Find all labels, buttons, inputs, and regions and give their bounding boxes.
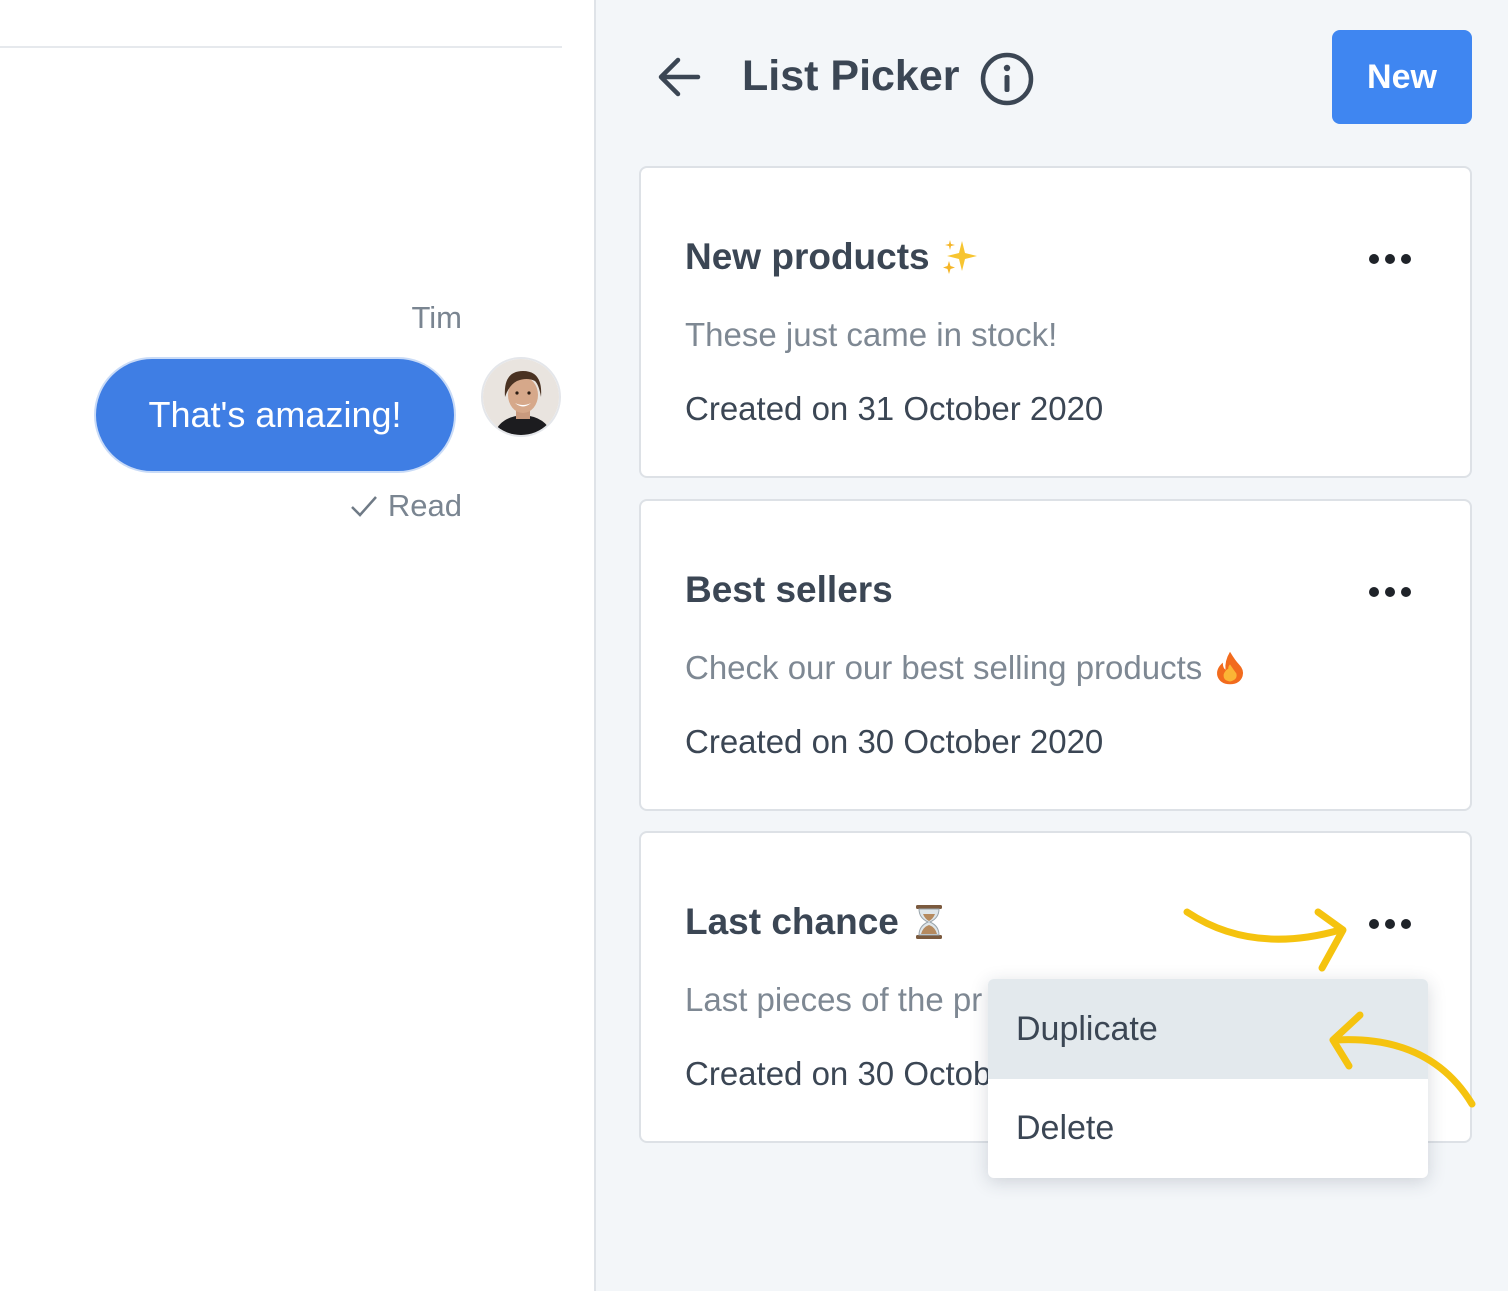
- arrow-left-icon: [658, 57, 701, 97]
- list-card-created: Created on 30 October 2020: [685, 723, 1104, 760]
- message-bubble[interactable]: That's amazing!: [94, 357, 456, 473]
- back-button[interactable]: [654, 52, 704, 102]
- more-dot: [1385, 254, 1395, 264]
- list-card-title-text: New products: [685, 236, 930, 277]
- list-card-title: Best sellers: [685, 569, 893, 611]
- list-card-created: Created on 31 October 2020: [685, 390, 1104, 427]
- more-dot: [1401, 919, 1411, 929]
- more-dot: [1401, 587, 1411, 597]
- checkmark-icon: [351, 496, 377, 517]
- list-card-title-text: Best sellers: [685, 569, 893, 610]
- more-dot: [1385, 587, 1395, 597]
- sender-name: Tim: [411, 300, 463, 335]
- more-options-button[interactable]: [1365, 244, 1415, 274]
- sparkles-icon: [942, 240, 977, 274]
- list-card-description-text: Check our our best selling products: [685, 649, 1203, 686]
- more-dot: [1369, 587, 1379, 597]
- more-dot: [1369, 254, 1379, 264]
- more-options-button[interactable]: [1365, 577, 1415, 607]
- list-card-title: New products: [685, 236, 980, 278]
- list-card-title-text: Last chance: [685, 901, 899, 942]
- list-card-description: Check our our best selling products: [685, 649, 1248, 687]
- avatar-image: [483, 359, 559, 435]
- chat-divider: [0, 46, 562, 48]
- info-icon[interactable]: [980, 52, 1034, 106]
- more-dot: [1401, 254, 1411, 264]
- options-menu: Duplicate Delete: [988, 979, 1428, 1178]
- read-status-label: Read: [387, 488, 462, 523]
- new-list-button[interactable]: New: [1332, 30, 1472, 124]
- list-card-description: These just came in stock!: [685, 316, 1058, 353]
- avatar[interactable]: [481, 357, 561, 437]
- fire-icon: [1217, 651, 1244, 685]
- more-dot: [1369, 919, 1379, 929]
- more-options-button[interactable]: [1365, 909, 1415, 939]
- list-picker-panel: List Picker New New products These just …: [594, 0, 1508, 1291]
- hourglass-icon: [915, 905, 942, 939]
- read-status: Read: [350, 488, 462, 524]
- menu-item-duplicate[interactable]: Duplicate: [988, 979, 1428, 1079]
- chat-pane: Tim That's amazing! Read: [0, 0, 594, 1291]
- more-dot: [1385, 919, 1395, 929]
- page-title: List Picker: [742, 52, 960, 100]
- list-card[interactable]: New products These just came in stock! C…: [639, 166, 1472, 478]
- list-card-created: Created on 30 Octob: [685, 1055, 992, 1092]
- list-card-description: Last pieces of the pr: [685, 981, 983, 1018]
- list-card[interactable]: Best sellers Check our our best selling …: [639, 499, 1472, 811]
- menu-item-delete[interactable]: Delete: [988, 1079, 1428, 1178]
- list-card-title: Last chance: [685, 901, 949, 943]
